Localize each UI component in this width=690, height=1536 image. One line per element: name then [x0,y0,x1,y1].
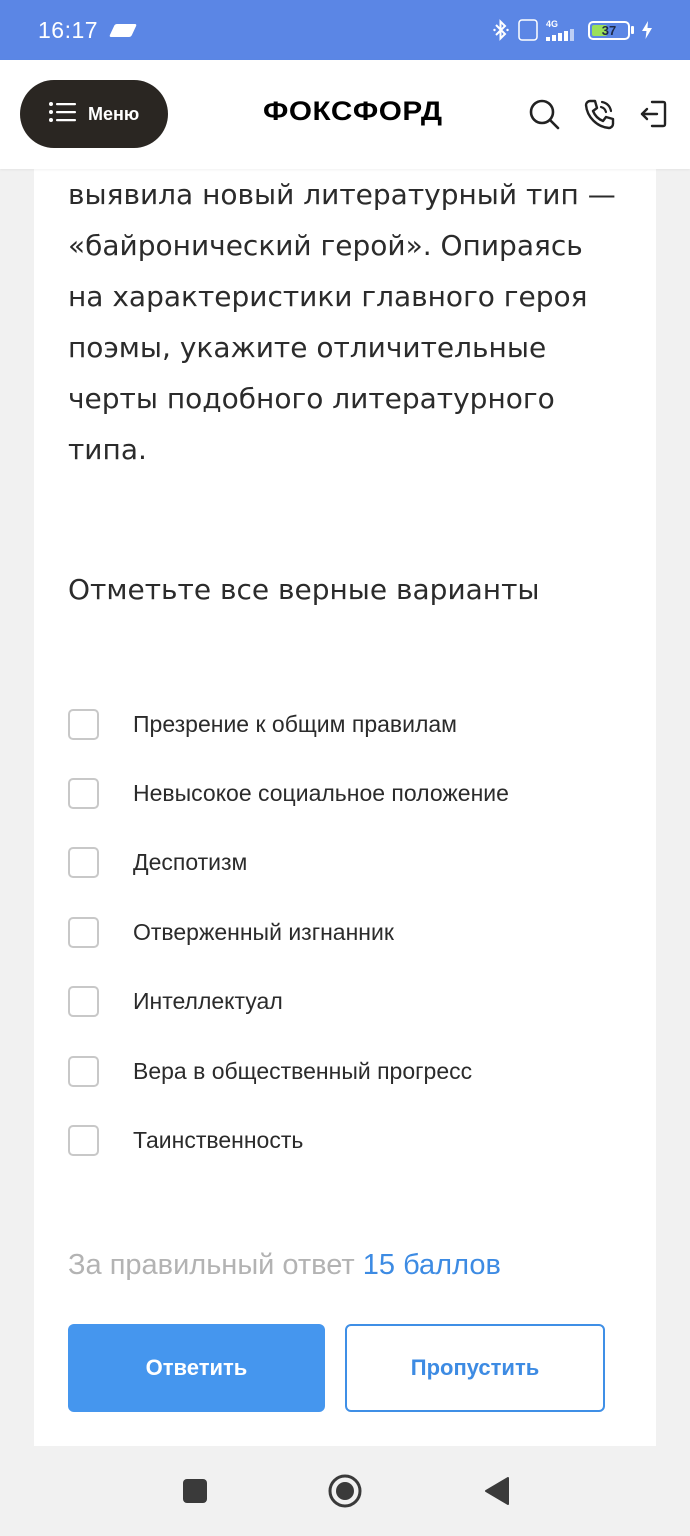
checkbox[interactable] [68,985,99,1017]
question-line: выявила новый литературный тип — [68,178,616,211]
question-card: выявила новый литературный тип — «байрон… [34,169,656,1446]
answer-button[interactable]: Ответить [68,1324,325,1412]
status-bar: 16:17 4G 37 [0,0,690,60]
instruction-text: Отметьте все верные варианты [68,573,540,606]
menu-lines-icon [48,101,76,127]
option-label: Таинственность [133,1126,304,1153]
signal-icon: 4G [546,18,580,41]
back-triangle-icon[interactable] [480,1474,514,1508]
option-label: Деспотизм [133,848,248,875]
checkbox[interactable] [68,1055,99,1087]
option-item[interactable]: Невысокое социальное положение [68,777,628,809]
network-type: 4G [546,18,559,29]
option-item[interactable]: Презрение к общим правилам [68,708,628,740]
option-label: Вера в общественный прогресс [133,1057,473,1084]
option-label: Невысокое социальное положение [133,779,509,806]
charging-icon [642,21,652,39]
status-time: 16:17 [38,16,99,43]
option-item[interactable]: Таинственность [68,1124,628,1156]
checkbox[interactable] [68,846,99,878]
option-label: Интеллектуал [133,987,283,1014]
reward-points: 15 баллов [362,1249,501,1281]
checkbox[interactable] [68,777,99,809]
app-header: Меню ФОКСФОРД [0,60,690,169]
status-icons: 4G 37 [492,19,652,41]
logout-icon[interactable] [636,97,670,131]
question-line: типа. [68,433,147,466]
option-label: Презрение к общим правилам [133,710,457,737]
phone-icon[interactable] [582,97,616,131]
skip-button[interactable]: Пропустить [345,1324,605,1412]
battery-icon: 37 [588,20,634,40]
search-icon[interactable] [527,97,561,131]
home-circle-icon[interactable] [328,1474,362,1508]
option-item[interactable]: Деспотизм [68,846,628,878]
logo[interactable]: ФОКСФОРД [263,96,443,127]
bluetooth-icon [492,19,510,41]
system-nav-bar [0,1446,690,1536]
question-line: «байронический герой». Опираясь [68,229,583,262]
recents-square-icon[interactable] [178,1474,212,1508]
menu-button[interactable]: Меню [20,80,168,148]
option-item[interactable]: Вера в общественный прогресс [68,1055,628,1087]
battery-level: 37 [601,22,617,38]
question-line: поэмы, укажите отличительные [68,331,547,364]
volte-icon [518,19,538,41]
reward-prefix: За правильный ответ [68,1249,363,1281]
reward-text: За правильный ответ 15 баллов [68,1249,501,1282]
checkbox[interactable] [68,708,99,740]
question-line: черты подобного литературного [68,382,555,415]
option-item[interactable]: Интеллектуал [68,985,628,1017]
notification-icon [109,23,138,37]
checkbox[interactable] [68,916,99,948]
menu-label: Меню [88,103,140,124]
option-item[interactable]: Отверженный изгнанник [68,916,628,948]
option-label: Отверженный изгнанник [133,918,394,945]
question-text: выявила новый литературный тип — «байрон… [68,169,628,475]
checkbox[interactable] [68,1124,99,1156]
question-line: на характеристики главного героя [68,280,588,313]
